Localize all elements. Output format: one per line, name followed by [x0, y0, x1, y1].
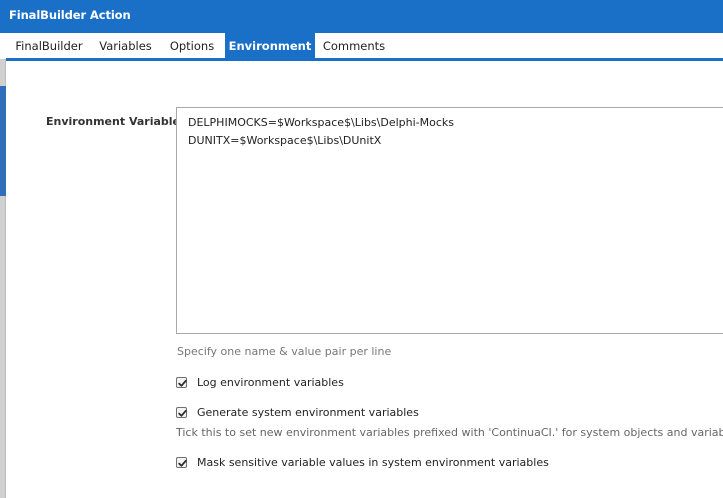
left-edge-marker: [0, 86, 6, 196]
tab-variables[interactable]: Variables: [92, 33, 159, 59]
mask-sensitive-values-checkbox[interactable]: [176, 457, 187, 468]
generate-system-env-vars-label: Generate system environment variables: [197, 406, 419, 419]
checkmark-icon: [178, 459, 187, 467]
environment-variables-textarea[interactable]: DELPHIMOCKS=$Workspace$\Libs\Delphi-Mock…: [176, 107, 723, 334]
mask-sensitive-values-label: Mask sensitive variable values in system…: [197, 456, 549, 469]
environment-variables-label: Environment Variables: [46, 115, 187, 128]
env-line-dunitx: DUNITX=$Workspace$\Libs\DUnitX: [188, 134, 382, 147]
left-edge: [0, 59, 6, 498]
tab-options[interactable]: Options: [159, 33, 225, 59]
title-bar: FinalBuilder Action: [0, 0, 723, 33]
log-env-vars-checkbox[interactable]: [176, 377, 187, 388]
tab-underline: [6, 58, 723, 61]
finalbuilder-action-window: FinalBuilder Action FinalBuilder Variabl…: [0, 0, 723, 498]
generate-system-env-vars-checkbox[interactable]: [176, 407, 187, 418]
tab-comments[interactable]: Comments: [315, 33, 393, 59]
checkmark-icon: [178, 409, 187, 417]
window-title: FinalBuilder Action: [9, 8, 131, 22]
env-line-delphimocks: DELPHIMOCKS=$Workspace$\Libs\Delphi-Mock…: [188, 116, 455, 129]
tab-environment[interactable]: Environment: [225, 33, 315, 59]
tab-finalbuilder[interactable]: FinalBuilder: [6, 33, 92, 59]
generate-system-env-vars-description: Tick this to set new environment variabl…: [176, 426, 723, 439]
environment-variables-hint: Specify one name & value pair per line: [177, 345, 392, 358]
tab-strip: FinalBuilder Variables Options Environme…: [0, 33, 723, 61]
checkmark-icon: [178, 379, 187, 387]
log-env-vars-label: Log environment variables: [197, 376, 344, 389]
